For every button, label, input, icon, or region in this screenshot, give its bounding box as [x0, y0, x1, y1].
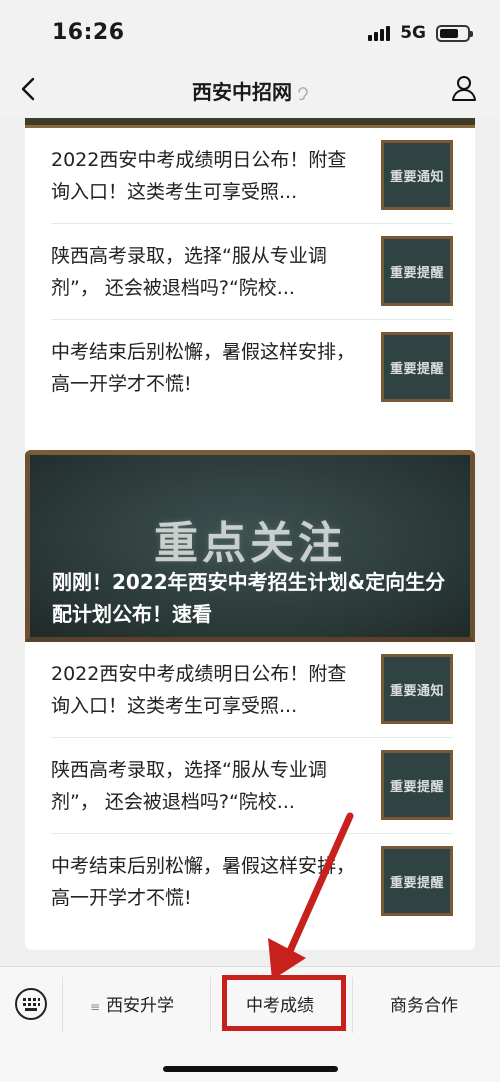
- battery-icon: [436, 24, 473, 42]
- banner-heading: 重点关注: [154, 518, 346, 569]
- page-title-text: 西安中招网: [192, 80, 292, 104]
- article-thumbnail[interactable]: 重要提醒: [381, 332, 453, 402]
- menu-divider: [210, 977, 211, 1033]
- banner-bottom-edge: [25, 118, 475, 128]
- list-item[interactable]: 中考结束后别松懈，暑假这样安排，高一开学才不慌! 重要提醒: [51, 320, 453, 416]
- nav-bar: 西安中招网: [0, 62, 500, 118]
- article-title[interactable]: 2022西安中考成绩明日公布！附查询入口！这类考生可享受照...: [51, 658, 356, 722]
- menu-item-xian-shengxue[interactable]: ≡ 西安升学: [90, 991, 174, 1016]
- list-icon: ≡: [90, 1000, 101, 1014]
- featured-banner[interactable]: 重点关注 刚刚！2022年西安中考招生计划&定向生分配计划公布！速看: [25, 450, 475, 642]
- article-thumbnail[interactable]: 重要提醒: [381, 750, 453, 820]
- keyboard-icon[interactable]: [14, 987, 48, 1021]
- thumbnail-label: 重要提醒: [389, 875, 444, 891]
- status-time: 16:26: [52, 20, 125, 45]
- home-indicator[interactable]: [163, 1066, 338, 1072]
- list-item[interactable]: 2022西安中考成绩明日公布！附查询入口！这类考生可享受照... 重要通知: [51, 128, 453, 224]
- banner-title[interactable]: 刚刚！2022年西安中考招生计划&定向生分配计划公布！速看: [52, 566, 456, 630]
- article-thumbnail[interactable]: 重要提醒: [381, 236, 453, 306]
- status-bar: 16:26 5G: [0, 0, 500, 62]
- list-item[interactable]: 陕西高考录取，选择“服从专业调剂”， 还会被退档吗?“院校... 重要提醒: [51, 224, 453, 320]
- article-title[interactable]: 中考结束后别松懈，暑假这样安排，高一开学才不慌!: [51, 336, 356, 400]
- thumbnail-label: 重要提醒: [389, 779, 444, 795]
- ear-icon: [298, 86, 308, 100]
- thumbnail-label: 重要通知: [389, 169, 444, 185]
- article-title[interactable]: 陕西高考录取，选择“服从专业调剂”， 还会被退档吗?“院校...: [51, 240, 356, 304]
- menu-item-label: 商务合作: [390, 996, 458, 1016]
- annotation-arrow-icon: [268, 812, 354, 980]
- thumbnail-label: 重要提醒: [389, 265, 444, 281]
- article-thumbnail[interactable]: 重要通知: [381, 654, 453, 724]
- page-title: 西安中招网: [0, 76, 500, 105]
- article-title[interactable]: 陕西高考录取，选择“服从专业调剂”， 还会被退档吗?“院校...: [51, 754, 356, 818]
- article-title[interactable]: 2022西安中考成绩明日公布！附查询入口！这类考生可享受照...: [51, 144, 356, 208]
- list-item[interactable]: 2022西安中考成绩明日公布！附查询入口！这类考生可享受照... 重要通知: [51, 642, 453, 738]
- article-thumbnail[interactable]: 重要通知: [381, 140, 453, 210]
- status-indicators: 5G: [368, 22, 473, 44]
- network-type: 5G: [400, 23, 426, 43]
- menu-item-label: 西安升学: [106, 996, 175, 1016]
- signal-icon: [368, 25, 391, 41]
- article-thumbnail[interactable]: 重要提醒: [381, 846, 453, 916]
- thumbnail-label: 重要提醒: [389, 361, 444, 377]
- menu-divider: [62, 977, 63, 1033]
- menu-item-shangwu-hezuo[interactable]: 商务合作: [390, 991, 458, 1016]
- person-icon[interactable]: [450, 74, 478, 102]
- thumbnail-label: 重要通知: [389, 683, 444, 699]
